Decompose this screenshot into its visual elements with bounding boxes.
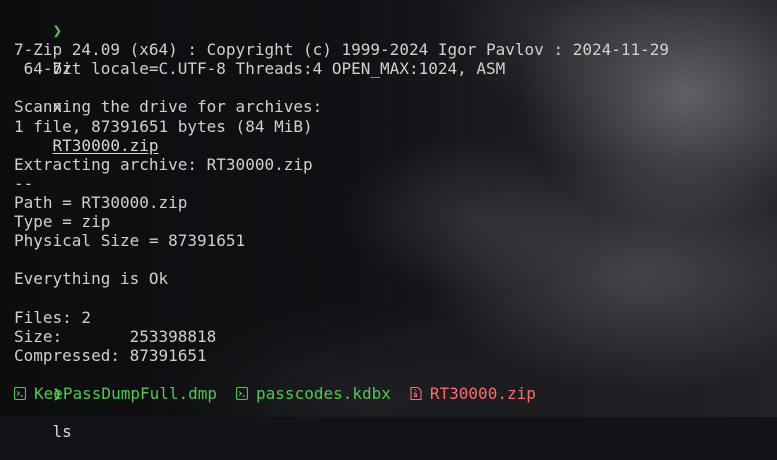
command-argument: RT30000.zip [52,135,159,155]
terminal-file-icon [14,386,26,400]
output-line: Files: 2 [14,307,92,327]
listing-item[interactable]: RT30000.zip [410,384,536,403]
listing-item-name: RT30000.zip [429,383,536,403]
output-line: -- [14,173,34,193]
command-line-ls: ❯ ls [14,365,777,441]
output-line: Path = RT30000.zip [14,192,188,212]
output-line: 1 file, 87391651 bytes (84 MiB) [14,116,313,136]
command-line-7z: ❯ 7z x RT30000.zip [14,2,777,155]
output-line: Physical Size = 87391651 [14,231,246,251]
ls-listing: KeePassDumpFull.dmp passcodes.kdbx RT300… [14,384,777,403]
listing-item-name: KeePassDumpFull.dmp [34,383,218,403]
archive-file-icon [410,386,422,400]
prompt-arrow: ❯ [52,21,63,41]
output-line: Size: 253398818 [14,326,217,346]
terminal-output[interactable]: ❯ 7z x RT30000.zip 7-Zip 24.09 (x64) : C… [14,2,777,441]
output-line: Type = zip [14,212,111,232]
terminal-file-icon [236,386,249,400]
output-line: 64-bit locale=C.UTF-8 Threads:4 OPEN_MAX… [14,59,506,79]
output-line: Extracting archive: RT30000.zip [14,154,313,174]
listing-item[interactable]: KeePassDumpFull.dmp [14,384,217,403]
command-program: ls [52,422,72,442]
output-line: Compressed: 87391651 [14,345,207,365]
listing-item-name: passcodes.kdbx [256,383,391,403]
listing-item[interactable]: passcodes.kdbx [236,384,391,403]
output-line: 7-Zip 24.09 (x64) : Copyright (c) 1999-2… [14,40,670,60]
command-output: 7-Zip 24.09 (x64) : Copyright (c) 1999-2… [14,21,777,365]
output-line: Everything is Ok [14,269,169,289]
output-line: Scanning the drive for archives: [14,97,323,117]
